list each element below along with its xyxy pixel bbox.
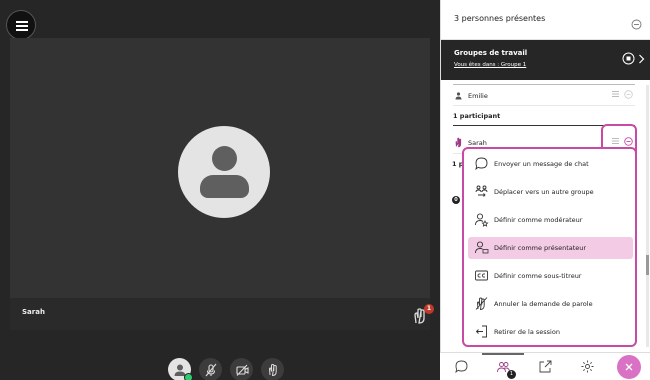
cancel-hand-icon	[475, 297, 488, 310]
menu-item-label: Retirer de la session	[494, 328, 560, 336]
microphone-button[interactable]	[199, 358, 222, 380]
video-stage: Sarah 1	[0, 0, 440, 380]
menu-lines-icon[interactable]	[611, 90, 620, 98]
moderator-icon	[475, 213, 489, 227]
groups-title: Groupes de travail	[454, 49, 528, 57]
participant-name: Sarah	[468, 139, 487, 147]
participant-context-menu: Envoyer un message de chat Déplacer vers…	[462, 147, 637, 347]
my-status-button[interactable]	[168, 358, 193, 380]
move-group-icon	[475, 185, 488, 197]
video-caption-name: Sarah	[22, 308, 45, 316]
camera-button[interactable]	[230, 358, 253, 380]
count-badge-fragment: 0	[452, 196, 460, 204]
tab-settings[interactable]	[566, 353, 608, 380]
raise-hand-button[interactable]	[261, 358, 284, 380]
menu-item-label: Annuler la demande de parole	[494, 300, 593, 308]
menu-item-label: Définir comme présentateur	[494, 244, 587, 252]
current-group-link[interactable]: Vous êtes dans : Groupe 1	[454, 62, 526, 68]
captions-icon	[475, 270, 488, 281]
breakout-groups-bar[interactable]: Groupes de travail Vous êtes dans : Grou…	[441, 40, 650, 80]
menu-item-label: Définir comme modérateur	[494, 216, 583, 224]
status-ok-icon	[184, 373, 193, 380]
chevron-right-icon[interactable]	[638, 54, 645, 64]
video-tile: Sarah	[10, 38, 430, 330]
scrollbar[interactable]	[646, 85, 649, 347]
presenter-user-icon	[455, 137, 462, 148]
menu-item-label: Déplacer vers un autre groupe	[494, 188, 594, 196]
panel-tabs: 1	[440, 352, 650, 380]
share-icon	[539, 360, 551, 373]
chat-bubble-icon	[475, 157, 488, 171]
hand-icon	[268, 363, 277, 376]
stop-circle-icon[interactable]	[622, 52, 635, 65]
participant-tools	[611, 90, 633, 99]
menu-item-remove-from-session[interactable]: Retirer de la session	[468, 321, 633, 343]
tab-participants[interactable]: 1	[482, 353, 524, 380]
presenter-icon	[475, 241, 489, 254]
user-avatar-icon	[178, 126, 270, 218]
tab-chat[interactable]	[440, 353, 482, 380]
tab-close-panel[interactable]	[608, 353, 650, 380]
menu-item-move-group[interactable]: Déplacer vers un autre groupe	[468, 181, 633, 203]
panel-header: 3 personnes présentes	[441, 0, 650, 40]
menu-item-label: Définir comme sous-titreur	[494, 272, 582, 280]
chat-icon	[454, 360, 467, 374]
camera-off-icon	[235, 364, 249, 376]
menu-item-set-captioner[interactable]: Définir comme sous-titreur	[468, 265, 633, 287]
close-icon	[625, 363, 633, 370]
menu-item-set-moderator[interactable]: Définir comme modérateur	[468, 209, 633, 231]
panel-title: 3 personnes présentes	[454, 14, 546, 23]
microphone-off-icon	[205, 363, 216, 376]
participants-tab-badge: 1	[507, 370, 516, 379]
raised-hand-count: 1	[424, 304, 434, 314]
close-panel-button[interactable]	[617, 354, 641, 379]
participant-row[interactable]: Emilie	[453, 84, 635, 106]
participant-name: Emilie	[468, 92, 488, 100]
menu-item-set-presenter[interactable]: Définir comme présentateur	[468, 237, 633, 259]
session-menu-button[interactable]	[6, 10, 36, 40]
minus-circle-icon	[631, 19, 642, 30]
menu-item-label: Envoyer un message de chat	[494, 160, 589, 168]
collapse-panel-button[interactable]	[631, 15, 642, 34]
tab-share-content[interactable]	[524, 353, 566, 380]
user-icon	[455, 92, 462, 100]
video-caption: Sarah	[10, 298, 430, 330]
gear-icon	[581, 360, 593, 373]
media-controls	[168, 358, 284, 380]
group-controls[interactable]	[622, 52, 645, 65]
menu-item-cancel-speak-request[interactable]: Annuler la demande de parole	[468, 293, 633, 315]
more-options-icon[interactable]	[624, 90, 633, 99]
menu-item-send-chat[interactable]: Envoyer un message de chat	[468, 153, 633, 175]
raised-hand-indicator[interactable]: 1	[410, 304, 434, 328]
remove-session-icon	[475, 325, 487, 338]
